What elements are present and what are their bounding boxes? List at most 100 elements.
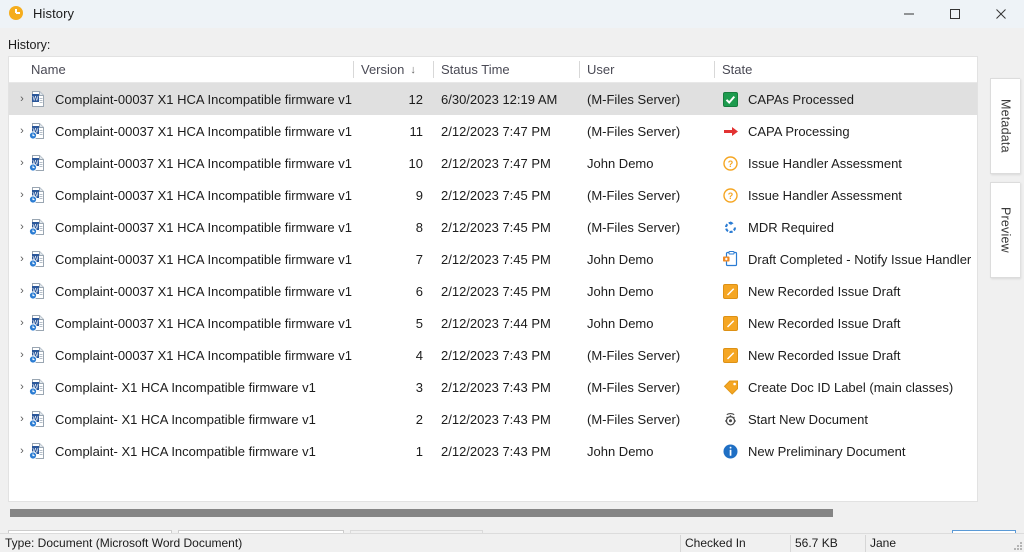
orange-question-icon: ? bbox=[722, 155, 739, 172]
cell-status-time: 2/12/2023 7:43 PM bbox=[441, 347, 551, 363]
column-header-status-time[interactable]: Status Time bbox=[433, 57, 579, 83]
state-label: CAPAs Processed bbox=[748, 91, 854, 107]
tab-preview[interactable]: Preview bbox=[990, 182, 1020, 278]
column-header-version[interactable]: Version ↓ bbox=[353, 57, 433, 83]
cell-user: (M-Files Server) bbox=[587, 91, 681, 107]
cell-user: (M-Files Server) bbox=[587, 219, 681, 235]
expand-row-icon[interactable]: › bbox=[15, 253, 29, 265]
word-document-history-icon: W bbox=[29, 218, 47, 236]
cell-user: John Demo bbox=[587, 283, 654, 299]
horizontal-scrollbar[interactable] bbox=[10, 508, 970, 518]
tab-preview-label: Preview bbox=[998, 207, 1013, 253]
row-name-label: Complaint-00037 X1 HCA Incompatible firm… bbox=[55, 187, 352, 203]
expand-row-icon[interactable]: › bbox=[15, 125, 29, 137]
row-name-label: Complaint-00037 X1 HCA Incompatible firm… bbox=[55, 219, 352, 235]
gear-icon bbox=[722, 411, 739, 428]
cell-version: 2 bbox=[415, 411, 423, 427]
orange-pencil-icon bbox=[722, 315, 739, 332]
word-document-history-icon: W bbox=[29, 186, 47, 204]
word-document-history-icon: W bbox=[29, 282, 47, 300]
table-row[interactable]: › W Complaint-00037 X1 HCA Incompatible … bbox=[9, 147, 977, 179]
expand-row-icon[interactable]: › bbox=[15, 157, 29, 169]
cell-user: John Demo bbox=[587, 155, 654, 171]
window-title: History bbox=[33, 6, 75, 21]
svg-text:?: ? bbox=[728, 191, 734, 201]
cell-version: 1 bbox=[415, 443, 423, 459]
cell-name: › W Complaint-00037 X1 HCA Incompatible … bbox=[9, 115, 353, 147]
expand-row-icon[interactable]: › bbox=[15, 413, 29, 425]
table-row[interactable]: › W Complaint-00037 X1 HCA Incompatible … bbox=[9, 339, 977, 371]
cell-version: 5 bbox=[415, 315, 423, 331]
expand-row-icon[interactable]: › bbox=[15, 317, 29, 329]
state-label: Draft Completed - Notify Issue Handler bbox=[748, 251, 972, 267]
history-label: History: bbox=[8, 38, 51, 52]
state-label: Issue Handler Assessment bbox=[748, 155, 902, 171]
cell-state: CAPAs Processed bbox=[714, 83, 977, 115]
table-row[interactable]: › W Complaint-00037 X1 HCA Incompatible … bbox=[9, 307, 977, 339]
table-row[interactable]: › W Complaint- X1 HCA Incompatible firmw… bbox=[9, 371, 977, 403]
expand-row-icon[interactable]: › bbox=[15, 189, 29, 201]
cell-state: Draft Completed - Notify Issue Handler bbox=[714, 243, 977, 275]
tab-metadata[interactable]: Metadata bbox=[990, 78, 1020, 174]
maximize-icon[interactable] bbox=[932, 0, 978, 28]
expand-row-icon[interactable]: › bbox=[15, 445, 29, 457]
row-name-label: Complaint- X1 HCA Incompatible firmware … bbox=[55, 379, 316, 395]
row-name-label: Complaint- X1 HCA Incompatible firmware … bbox=[55, 411, 316, 427]
cell-status-time: 2/12/2023 7:45 PM bbox=[441, 219, 551, 235]
state-label: CAPA Processing bbox=[748, 123, 850, 139]
cell-user: (M-Files Server) bbox=[587, 187, 681, 203]
cell-state: New Recorded Issue Draft bbox=[714, 339, 977, 371]
table-row[interactable]: › W Complaint-00037 X1 HCA Incompatible … bbox=[9, 243, 977, 275]
column-header-state-label: State bbox=[722, 62, 753, 77]
table-row[interactable]: › W Complaint-00037 X1 HCA Incompatible … bbox=[9, 275, 977, 307]
horizontal-scrollbar-thumb[interactable] bbox=[10, 509, 833, 517]
state-label: New Recorded Issue Draft bbox=[748, 283, 901, 299]
row-name-label: Complaint-00037 X1 HCA Incompatible firm… bbox=[55, 315, 352, 331]
column-header-name[interactable]: Name bbox=[9, 57, 353, 83]
table-row[interactable]: › W Complaint- X1 HCA Incompatible firmw… bbox=[9, 435, 977, 467]
cell-version: 11 bbox=[409, 123, 424, 139]
table-row[interactable]: › W Complaint-00037 X1 HCA Incompatible … bbox=[9, 115, 977, 147]
history-grid: Name Version ↓ Status Time User State › bbox=[8, 56, 978, 502]
state-label: Create Doc ID Label (main classes) bbox=[748, 379, 954, 395]
cell-state: MDR Required bbox=[714, 211, 977, 243]
dialog-body: History: Metadata Preview Name Version ↓ bbox=[0, 28, 1024, 552]
orange-question-icon: ? bbox=[722, 187, 739, 204]
expand-row-icon[interactable]: › bbox=[15, 381, 29, 393]
expand-row-icon[interactable]: › bbox=[15, 221, 29, 233]
status-type: Type: Document (Microsoft Word Document) bbox=[5, 536, 243, 550]
table-row[interactable]: › W Complaint-00037 X1 HCA Incompatible … bbox=[9, 83, 977, 115]
history-dialog: History History: Metadata Preview Name V… bbox=[0, 0, 1024, 552]
close-icon[interactable] bbox=[978, 0, 1024, 28]
resize-grip-icon[interactable] bbox=[1012, 540, 1022, 550]
cell-user: John Demo bbox=[587, 443, 654, 459]
column-header-user[interactable]: User bbox=[579, 57, 714, 83]
word-document-history-icon: W bbox=[29, 154, 47, 172]
row-name-label: Complaint-00037 X1 HCA Incompatible firm… bbox=[55, 251, 352, 267]
cell-state: Create Doc ID Label (main classes) bbox=[714, 371, 977, 403]
cell-state: New Recorded Issue Draft bbox=[714, 275, 977, 307]
grid-header-row: Name Version ↓ Status Time User State bbox=[9, 57, 977, 83]
cell-name: › W Complaint-00037 X1 HCA Incompatible … bbox=[9, 211, 353, 243]
orange-pencil-icon bbox=[722, 347, 739, 364]
column-header-state[interactable]: State bbox=[714, 57, 977, 83]
word-document-history-icon: W bbox=[29, 346, 47, 364]
title-bar: History bbox=[0, 0, 1024, 28]
table-row[interactable]: › W Complaint- X1 HCA Incompatible firmw… bbox=[9, 403, 977, 435]
cell-status-time: 2/12/2023 7:43 PM bbox=[441, 411, 551, 427]
word-document-history-icon: W bbox=[29, 410, 47, 428]
row-name-label: Complaint-00037 X1 HCA Incompatible firm… bbox=[55, 347, 352, 363]
row-name-label: Complaint- X1 HCA Incompatible firmware … bbox=[55, 443, 316, 459]
expand-row-icon[interactable]: › bbox=[15, 285, 29, 297]
expand-row-icon[interactable]: › bbox=[15, 349, 29, 361]
svg-text:?: ? bbox=[728, 159, 734, 169]
cell-name: › W Complaint-00037 X1 HCA Incompatible … bbox=[9, 179, 353, 211]
table-row[interactable]: › W Complaint-00037 X1 HCA Incompatible … bbox=[9, 179, 977, 211]
tab-metadata-label: Metadata bbox=[998, 99, 1013, 153]
minimize-icon[interactable] bbox=[886, 0, 932, 28]
cell-status-time: 6/30/2023 12:19 AM bbox=[441, 91, 558, 107]
state-label: New Preliminary Document bbox=[748, 443, 906, 459]
expand-row-icon[interactable]: › bbox=[15, 93, 29, 105]
table-row[interactable]: › W Complaint-00037 X1 HCA Incompatible … bbox=[9, 211, 977, 243]
svg-text:W: W bbox=[33, 97, 39, 103]
